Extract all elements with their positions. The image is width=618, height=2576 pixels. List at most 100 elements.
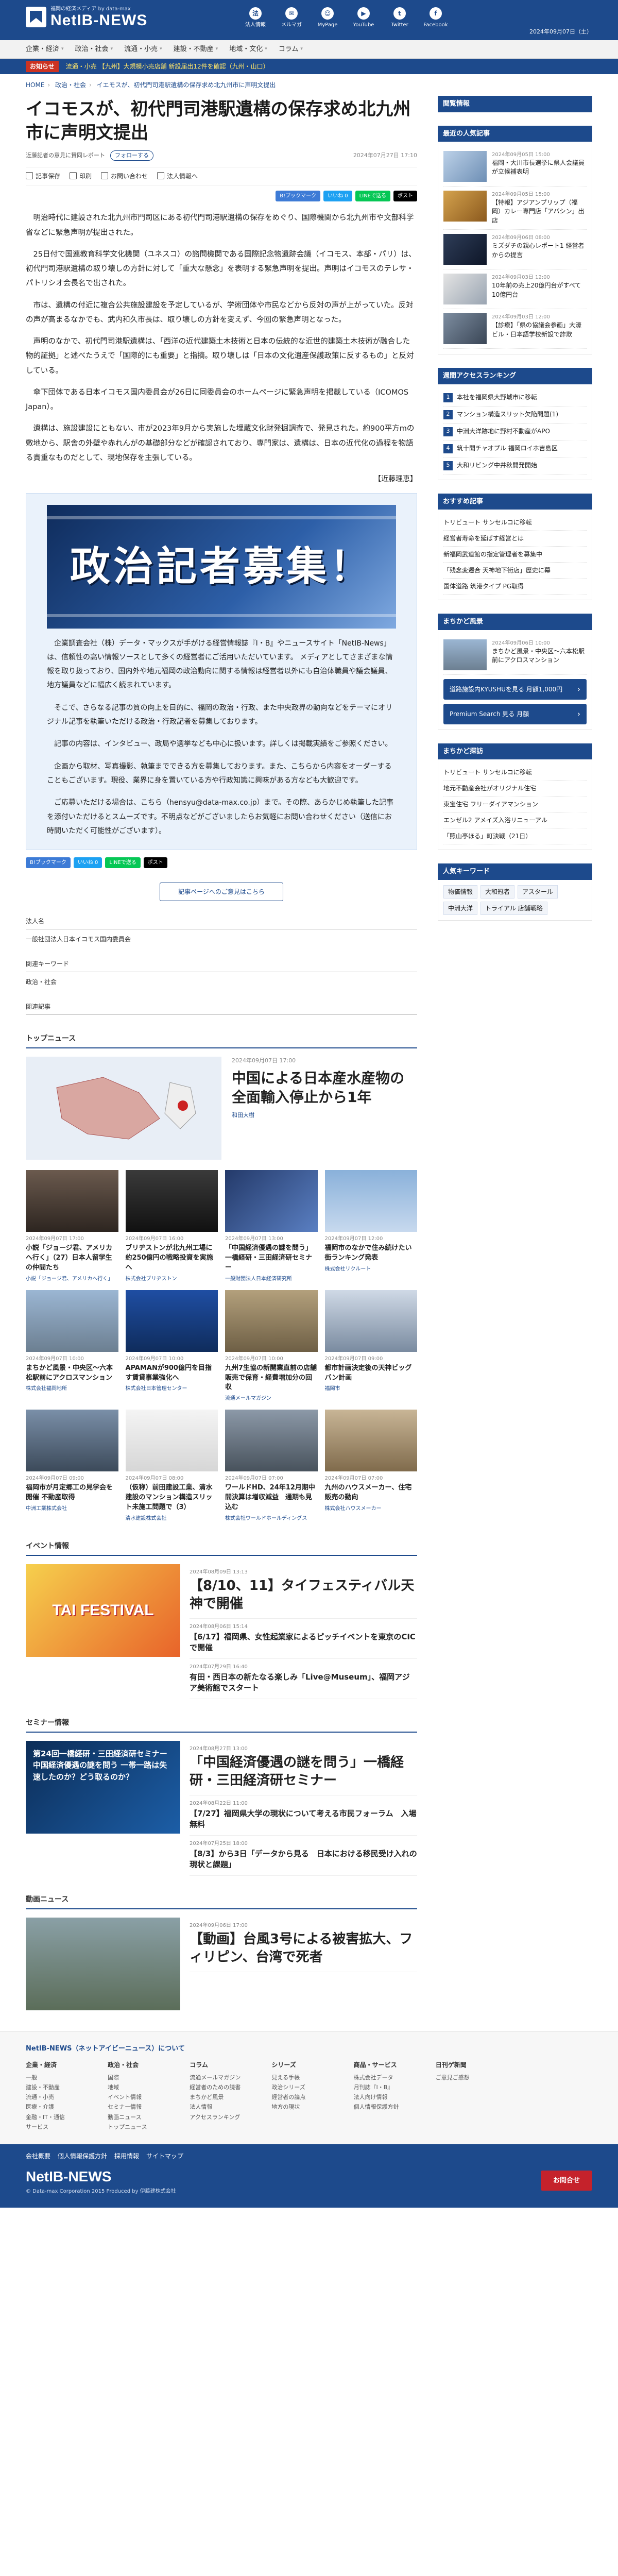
footer-brand[interactable]: NetIB-NEWS bbox=[26, 2166, 176, 2188]
nav-item[interactable]: コラム bbox=[279, 44, 303, 55]
footer-link[interactable]: 政治シリーズ bbox=[271, 2082, 346, 2092]
explore-item[interactable]: エンゼル2 アメイズ入浴リニューアル bbox=[443, 812, 587, 829]
nav-item[interactable]: 地域・文化 bbox=[229, 44, 267, 55]
recommend-item[interactable]: 「残念変遷合 天神地下街店」歴史に幕 bbox=[443, 563, 587, 579]
popular-item[interactable]: 2024年09月03日 12:00 【診療】「県の協議会参画」大濠ビル・日本語学校… bbox=[443, 309, 587, 349]
company-info-button[interactable]: 法人情報へ bbox=[157, 172, 198, 181]
footer-link[interactable]: セミナー情報 bbox=[108, 2102, 182, 2112]
breadcrumb-home[interactable]: HOME bbox=[26, 81, 44, 89]
popular-item[interactable]: 2024年09月05日 15:00 福岡・大川市長選挙に県人会議員が立候補表明 bbox=[443, 147, 587, 187]
event-item[interactable]: 2024年08月06日 15:14 【6/17】福岡県、女性起業家によるピッチイベ… bbox=[190, 1619, 417, 1659]
explore-item[interactable]: 地元不動産会社がオリジナル住宅 bbox=[443, 781, 587, 797]
footer-link[interactable]: 地方の現状 bbox=[271, 2102, 346, 2112]
header-link-youtube[interactable]: ▶ YouTube bbox=[350, 7, 377, 29]
video-item[interactable]: 2024年09月06日 17:00 【動画】台風3号による被害拡大、フィリピン、台… bbox=[190, 1918, 417, 1973]
contact-button[interactable]: お問い合わせ bbox=[101, 172, 148, 181]
feature-title[interactable]: 中国による日本産水産物の全面輸入停止から1年 bbox=[232, 1069, 417, 1108]
popular-item[interactable]: 2024年09月05日 15:00 【特報】アジアンプリップ（福岡）カレー専門店「… bbox=[443, 187, 587, 230]
event-banner[interactable]: TAI FESTIVAL bbox=[26, 1564, 180, 1657]
explore-item[interactable]: トリビュート サンセルコに移転 bbox=[443, 765, 587, 781]
breadcrumb-category[interactable]: 政治・社会 bbox=[55, 81, 86, 89]
subscribe-button[interactable]: 道路施設内KYUSHUを見る 月額1,000円 bbox=[443, 679, 587, 700]
footer-link[interactable]: 地域 bbox=[108, 2082, 182, 2092]
footer-link[interactable]: 建設・不動産 bbox=[26, 2082, 100, 2092]
seminar-banner[interactable]: 第24回一橋経研・三田経済研セミナー 中国経済優遇の謎を問う 一帯一路は失速した… bbox=[26, 1740, 180, 1834]
news-card[interactable]: 2024年09月07日 07:00 ワールドHD、24年12月期中間決算は増収減益… bbox=[225, 1410, 318, 1522]
hatena-share-button[interactable]: B!ブックマーク bbox=[276, 191, 321, 202]
keywords-value[interactable]: 政治・社会 bbox=[26, 977, 417, 987]
footer-link[interactable]: 動画ニュース bbox=[108, 2112, 182, 2122]
news-card[interactable]: 2024年09月07日 07:00 九州のハウスメーカー、住宅販売の動向 株式会社ハ… bbox=[324, 1410, 417, 1522]
feature-source[interactable]: 和田大樹 bbox=[232, 1111, 417, 1120]
ranking-item[interactable]: 2 マンション構造スリット欠陥問題(1) bbox=[443, 406, 587, 423]
feedback-link-button[interactable]: 記事ページへのご意見はこちら bbox=[160, 883, 283, 902]
footer-bar-link[interactable]: 採用情報 bbox=[114, 2151, 139, 2161]
footer-link[interactable]: トップニュース bbox=[108, 2122, 182, 2132]
footer-link[interactable]: 見える手帳 bbox=[271, 2073, 346, 2082]
news-card[interactable]: 2024年09月07日 10:00 APAMANが900億円を目指す賃貸事業強化へ… bbox=[125, 1290, 218, 1403]
post-share-button[interactable]: ポスト bbox=[143, 857, 167, 869]
news-card[interactable]: 2024年09月07日 08:00 （仮称）前田建設工業、清水建設のマンション構造… bbox=[125, 1410, 218, 1522]
print-button[interactable]: 印刷 bbox=[70, 172, 92, 181]
footer-bar-link[interactable]: 個人情報保護方針 bbox=[58, 2151, 107, 2161]
footer-link[interactable]: イベント情報 bbox=[108, 2092, 182, 2102]
header-link-mypage[interactable]: ☺ MyPage bbox=[314, 7, 341, 29]
seminar-item[interactable]: 2024年07月25日 18:00 【8/3】から3日「データから見る 日本におけ… bbox=[190, 1836, 417, 1876]
header-link-twitter[interactable]: t Twitter bbox=[386, 7, 413, 29]
footer-column-heading[interactable]: コラム bbox=[190, 2060, 264, 2070]
nav-item[interactable]: 建設・不動産 bbox=[174, 44, 218, 55]
ranking-item[interactable]: 4 筑十開チャオプル 福岡ロイホ吉島区 bbox=[443, 440, 587, 457]
recommend-item[interactable]: 新福岡武道館の指定管理者を募集中 bbox=[443, 547, 587, 563]
footer-link[interactable]: 法人向け情報 bbox=[354, 2092, 428, 2102]
like-button[interactable]: いいね 0 bbox=[323, 191, 352, 202]
keyword-tag[interactable]: 中洲大洋 bbox=[443, 901, 478, 915]
contact-us-button[interactable]: お問合せ bbox=[540, 2170, 592, 2191]
news-card[interactable]: 2024年09月07日 17:00 小説「ジョージ君、アメリカへ行く」（27）日本… bbox=[26, 1170, 118, 1283]
footer-link[interactable]: 経営者のための読書 bbox=[190, 2082, 264, 2092]
footer-link[interactable]: 金融・IT・通信 bbox=[26, 2112, 100, 2122]
footer-link[interactable]: 個人情報保護方針 bbox=[354, 2102, 428, 2112]
nav-item[interactable]: 流通・小売 bbox=[124, 44, 162, 55]
footer-link[interactable]: 流通・小売 bbox=[26, 2092, 100, 2102]
news-card[interactable]: 2024年09月07日 09:00 都市計画決定後の天神ビッグバン計画 福岡市 bbox=[324, 1290, 417, 1403]
street-item[interactable]: 2024年09月06日 10:00 まちかど風景・中央区～六本松駅前にアクロスマン… bbox=[443, 635, 587, 675]
news-card[interactable]: 2024年09月07日 10:00 九州7生協の新開業直前の店舗販売で保育・経費増… bbox=[225, 1290, 318, 1403]
article-author[interactable]: 近藤記者の意見に賛同レポート bbox=[26, 151, 105, 160]
nav-item[interactable]: 企業・経済 bbox=[26, 44, 64, 55]
footer-link[interactable]: 月刊誌『I・B』 bbox=[354, 2082, 428, 2092]
header-link-mail[interactable]: ✉ メルマガ bbox=[278, 7, 305, 29]
keyword-tag[interactable]: 大和冠者 bbox=[480, 885, 515, 899]
video-thumbnail[interactable] bbox=[26, 1918, 180, 2011]
ticker-message[interactable]: 流通・小売 【九州】大規模小売店舗 新設届出12件を確認（九州・山口） bbox=[66, 62, 269, 71]
top-news-feature[interactable]: 2024年09月07日 17:00 中国による日本産水産物の全面輸入停止から1年… bbox=[26, 1057, 417, 1160]
footer-link[interactable]: 医療・介護 bbox=[26, 2102, 100, 2112]
line-share-button[interactable]: LINEで送る bbox=[105, 857, 141, 869]
seminar-item[interactable]: 2024年08月22日 11:00 【7/27】福岡県大学の現状について考える市民… bbox=[190, 1795, 417, 1836]
event-item[interactable]: 2024年08月09日 13:13 【8/10、11】タイフェスティバル天神で開催 bbox=[190, 1564, 417, 1619]
footer-link[interactable]: ご意見ご感想 bbox=[436, 2073, 510, 2082]
post-share-button[interactable]: ポスト bbox=[393, 191, 417, 202]
news-card[interactable]: 2024年09月07日 12:00 福岡市のなかで住み続けたい街ランキング発表 株式… bbox=[324, 1170, 417, 1283]
keyword-tag[interactable]: 物価情報 bbox=[443, 885, 478, 899]
keyword-tag[interactable]: トライアル 店舗戦略 bbox=[480, 901, 547, 915]
hatena-share-button[interactable]: B!ブックマーク bbox=[26, 857, 71, 869]
popular-item[interactable]: 2024年09月06日 08:00 ミズダチの親心レポート1 経営者からの提言 bbox=[443, 230, 587, 270]
header-link-members[interactable]: 法法人情報 bbox=[242, 7, 269, 29]
news-card[interactable]: 2024年09月07日 09:00 福岡市が月定郷工の見学会を開催 不動産取得 中洲… bbox=[26, 1410, 118, 1522]
company-value[interactable]: 一般社団法人日本イコモス国内委員会 bbox=[26, 935, 417, 944]
header-link-facebook[interactable]: f Facebook bbox=[422, 7, 449, 29]
footer-link[interactable]: 流通メールマガジン bbox=[190, 2073, 264, 2082]
footer-link[interactable]: 株式会社データ bbox=[354, 2073, 428, 2082]
footer-column-heading[interactable]: 政治・社会 bbox=[108, 2060, 182, 2070]
explore-item[interactable]: 「照山亭ほる」町決戦（21日） bbox=[443, 828, 587, 845]
footer-link[interactable]: サービス bbox=[26, 2122, 100, 2132]
ranking-item[interactable]: 1 本社を福岡県大野城市に移転 bbox=[443, 389, 587, 406]
news-card[interactable]: 2024年09月07日 16:00 ブリヂストンが北九州工場に約250億円の戦略投… bbox=[125, 1170, 218, 1283]
recommend-item[interactable]: 経営者寿命を延ばす経営とは bbox=[443, 531, 587, 547]
event-item[interactable]: 2024年07月29日 16:40 有田・西日本の新たなる楽しみ「Live@Mus… bbox=[190, 1659, 417, 1699]
ranking-item[interactable]: 3 中洲大洋跡地に野村不動産がAPO bbox=[443, 423, 587, 440]
recruit-banner[interactable]: 政治記者募集！ bbox=[47, 504, 396, 629]
premium-search-button[interactable]: Premium Search 見る 月額 bbox=[443, 703, 587, 724]
keyword-tag[interactable]: アスタール bbox=[518, 885, 558, 899]
footer-bar-link[interactable]: サイトマップ bbox=[146, 2151, 183, 2161]
